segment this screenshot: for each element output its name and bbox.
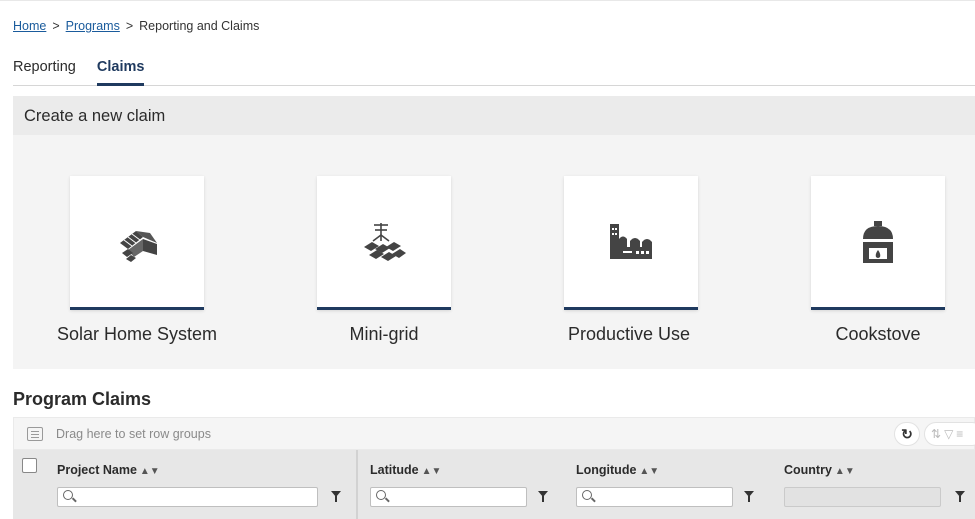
column-country: Country ▲▼ xyxy=(772,450,975,519)
sort-arrows-icon[interactable]: ▲▼ xyxy=(422,466,442,477)
row-group-drop-zone[interactable]: Drag here to set row groups xyxy=(56,427,211,441)
latitude-filter-input[interactable] xyxy=(370,487,527,507)
row-group-icon xyxy=(27,427,43,441)
breadcrumb-current: Reporting and Claims xyxy=(139,19,260,33)
solar-home-icon xyxy=(120,230,157,262)
funnel-icon[interactable] xyxy=(955,491,965,502)
create-claim-panel: Create a new claim Solar Home System Min… xyxy=(13,96,975,369)
column-header-label[interactable]: Country ▲▼ xyxy=(784,463,855,477)
factory-icon xyxy=(610,223,652,259)
search-icon xyxy=(376,490,386,500)
column-project-name: Project Name ▲▼ xyxy=(45,450,356,519)
column-header-label[interactable]: Project Name ▲▼ xyxy=(57,463,160,477)
funnel-icon[interactable] xyxy=(538,491,548,502)
program-claims-title: Program Claims xyxy=(13,389,152,409)
funnel-icon[interactable] xyxy=(744,491,754,502)
grid-tools-pill[interactable]: ⇅ ▽ ≡ xyxy=(924,422,975,446)
longitude-filter-input[interactable] xyxy=(576,487,733,507)
tab-bar: Reporting Claims xyxy=(13,56,975,86)
filter-icon[interactable]: ▽ xyxy=(944,427,953,441)
mini-grid-label: Mini-grid xyxy=(349,324,419,344)
column-header-label[interactable]: Latitude ▲▼ xyxy=(370,463,441,477)
cookstove-label: Cookstove xyxy=(835,324,921,344)
mini-grid-icon xyxy=(364,222,406,261)
top-divider xyxy=(0,0,975,1)
project-name-filter-input[interactable] xyxy=(57,487,318,507)
tab-reporting[interactable]: Reporting xyxy=(13,56,76,85)
solar-home-system-card[interactable] xyxy=(70,176,204,310)
productive-use-label: Productive Use xyxy=(567,324,691,344)
sort-icon[interactable]: ⇅ xyxy=(931,427,941,441)
column-header-label[interactable]: Longitude ▲▼ xyxy=(576,463,659,477)
sort-arrows-icon[interactable]: ▲▼ xyxy=(639,466,659,477)
breadcrumb-home-link[interactable]: Home xyxy=(13,19,46,33)
search-icon xyxy=(582,490,592,500)
sort-arrows-icon[interactable]: ▲▼ xyxy=(140,466,160,477)
cookstove-icon xyxy=(863,220,893,263)
grid-header: Project Name ▲▼ Latitude ▲▼ Longitude ▲▼ Co… xyxy=(13,450,975,519)
create-claim-title: Create a new claim xyxy=(13,96,975,135)
solar-home-system-label: Solar Home System xyxy=(56,324,218,344)
cookstove-card[interactable] xyxy=(811,176,945,310)
country-filter-input xyxy=(784,487,941,507)
productive-use-card[interactable] xyxy=(564,176,698,310)
search-icon xyxy=(63,490,73,500)
breadcrumb-separator: > xyxy=(52,19,60,33)
refresh-button[interactable]: ↻ xyxy=(894,422,920,446)
select-all-checkbox[interactable] xyxy=(22,458,37,473)
breadcrumb-programs-link[interactable]: Programs xyxy=(66,19,120,33)
mini-grid-card[interactable] xyxy=(317,176,451,310)
breadcrumb-separator: > xyxy=(125,19,134,33)
menu-icon[interactable]: ≡ xyxy=(956,427,963,441)
breadcrumb: Home > Programs > Reporting and Claims xyxy=(13,19,259,33)
column-longitude: Longitude ▲▼ xyxy=(564,450,771,519)
row-group-toolbar: Drag here to set row groups ↻ ⇅ ▽ ≡ xyxy=(13,417,975,450)
refresh-icon: ↻ xyxy=(901,425,913,442)
sort-arrows-icon[interactable]: ▲▼ xyxy=(835,466,855,477)
column-latitude: Latitude ▲▼ xyxy=(356,450,563,519)
funnel-icon[interactable] xyxy=(331,491,341,502)
tab-claims[interactable]: Claims xyxy=(96,56,144,86)
